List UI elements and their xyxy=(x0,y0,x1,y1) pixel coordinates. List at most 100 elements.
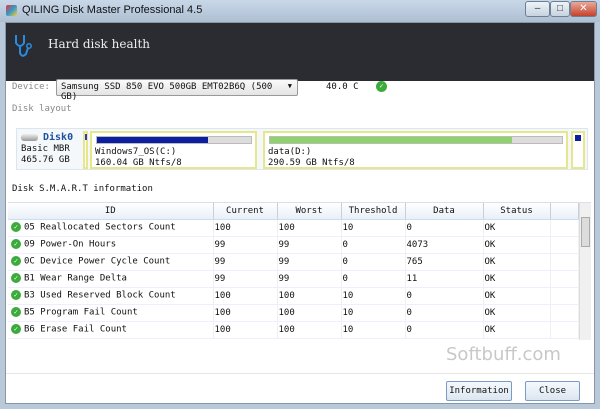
cell-text: 11 xyxy=(406,273,418,284)
column-header[interactable]: Worst xyxy=(277,203,342,220)
disk-layout-strip: Disk0 Basic MBR 465.76 GB Windows7_OS(C:… xyxy=(16,128,588,170)
cell-data: 0 xyxy=(405,287,484,305)
table-row[interactable]: ✓ B6 Erase Fail Count 100 100 10 0 OK xyxy=(8,321,579,339)
cell-threshold: 10 xyxy=(341,219,406,237)
cell-empty xyxy=(550,304,579,322)
partition-bar xyxy=(85,134,87,140)
cell-id: ✓ B6 Erase Fail Count xyxy=(8,321,214,339)
cell-text: 99 xyxy=(214,273,226,284)
cell-threshold: 0 xyxy=(341,270,406,288)
column-header-empty xyxy=(550,203,579,220)
cell-text: 10 xyxy=(342,324,354,335)
cell-text: 10 xyxy=(342,307,354,318)
cell-text: 10 xyxy=(342,222,354,233)
cell-worst: 100 xyxy=(277,321,342,339)
partition-c[interactable]: Windows7_OS(C:) 160.04 GB Ntfs/8 xyxy=(90,131,257,169)
cell-text: 99 xyxy=(278,256,290,267)
dialog-body: Hard disk health Device: Samsung SSD 850… xyxy=(5,22,595,404)
ok-check-icon: ✓ xyxy=(11,290,21,301)
disk-info[interactable]: Disk0 Basic MBR 465.76 GB xyxy=(19,131,81,167)
ok-check-icon: ✓ xyxy=(11,307,21,318)
partition-d[interactable]: data(D:) 290.59 GB Ntfs/8 xyxy=(263,131,568,169)
usage-fill xyxy=(270,137,513,143)
cell-id: ✓ 05 Reallocated Sectors Count xyxy=(8,219,214,237)
device-select[interactable]: Samsung SSD 850 EVO 500GB EMT02B6Q (500 … xyxy=(56,79,298,102)
partition-reserved[interactable] xyxy=(83,131,88,169)
divider xyxy=(6,373,594,374)
cell-status: OK xyxy=(483,304,551,322)
cell-current: 100 xyxy=(213,321,278,339)
partition-unallocated[interactable] xyxy=(571,131,585,169)
cell-worst: 99 xyxy=(277,236,342,254)
cell-text: OK xyxy=(484,324,496,335)
table-row[interactable]: ✓ B3 Used Reserved Block Count 100 100 10 0 OK xyxy=(8,287,579,305)
cell-text: 0 xyxy=(342,239,348,250)
chevron-down-icon: ▼ xyxy=(287,82,292,90)
cell-text: 100 xyxy=(278,307,295,318)
cell-worst: 100 xyxy=(277,304,342,322)
cell-data: 0 xyxy=(405,219,484,237)
table-row[interactable]: ✓ B1 Wear Range Delta 99 99 0 11 OK xyxy=(8,270,579,288)
stethoscope-icon xyxy=(15,35,32,57)
disk-type: Basic MBR xyxy=(21,144,70,154)
cell-text: 99 xyxy=(214,256,226,267)
maximize-button[interactable]: □ xyxy=(550,1,570,17)
column-header[interactable]: Threshold xyxy=(341,203,406,220)
cell-current: 99 xyxy=(213,253,278,271)
cell-threshold: 0 xyxy=(341,236,406,254)
ok-check-icon: ✓ xyxy=(11,273,21,284)
close-window-button[interactable]: ✕ xyxy=(570,1,597,17)
column-header[interactable]: ID xyxy=(8,203,214,220)
information-button[interactable]: Information xyxy=(446,381,512,401)
cell-data: 4073 xyxy=(405,236,484,254)
column-header[interactable]: Current xyxy=(213,203,278,220)
cell-text: B3 Used Reserved Block Count xyxy=(24,290,176,301)
cell-threshold: 10 xyxy=(341,287,406,305)
cell-text: B6 Erase Fail Count xyxy=(24,324,127,335)
cell-text: OK xyxy=(484,239,496,250)
cell-empty xyxy=(550,270,579,288)
temperature: 40.0 C xyxy=(326,82,359,92)
watermark: Softbuff.com xyxy=(446,344,561,365)
column-header[interactable]: Status xyxy=(483,203,551,220)
table-row[interactable]: ✓ 0C Device Power Cycle Count 99 99 0 765 OK xyxy=(8,253,579,271)
cell-current: 100 xyxy=(213,287,278,305)
cell-id: ✓ B3 Used Reserved Block Count xyxy=(8,287,214,305)
disk-layout-label: Disk layout xyxy=(12,104,72,114)
device-select-value: Samsung SSD 850 EVO 500GB EMT02B6Q (500 … xyxy=(61,82,273,102)
ok-check-icon: ✓ xyxy=(11,256,21,267)
cell-threshold: 10 xyxy=(341,304,406,322)
cell-text: 0 xyxy=(342,273,348,284)
cell-text: 100 xyxy=(214,324,231,335)
cell-current: 99 xyxy=(213,236,278,254)
health-ok-icon: ✓ xyxy=(376,81,387,92)
cell-status: OK xyxy=(483,236,551,254)
close-button[interactable]: Close xyxy=(525,381,580,401)
table-row[interactable]: ✓ 09 Power-On Hours 99 99 0 4073 OK xyxy=(8,236,579,254)
scrollbar[interactable] xyxy=(579,203,591,340)
cell-text: B5 Program Fail Count xyxy=(24,307,138,318)
cell-status: OK xyxy=(483,253,551,271)
cell-text: OK xyxy=(484,290,496,301)
cell-threshold: 0 xyxy=(341,253,406,271)
cell-text: OK xyxy=(484,256,496,267)
cell-text: OK xyxy=(484,222,496,233)
disk-name: Disk0 xyxy=(43,132,74,143)
cell-id: ✓ 0C Device Power Cycle Count xyxy=(8,253,214,271)
cell-text: OK xyxy=(484,307,496,318)
scrollbar-thumb[interactable] xyxy=(581,217,590,247)
cell-text: 100 xyxy=(278,290,295,301)
cell-text: 10 xyxy=(342,290,354,301)
cell-current: 100 xyxy=(213,219,278,237)
cell-text: 100 xyxy=(214,290,231,301)
minimize-button[interactable]: – xyxy=(525,1,550,17)
table-row[interactable]: ✓ 05 Reallocated Sectors Count 100 100 10 0 OK xyxy=(8,219,579,237)
cell-text: 0 xyxy=(406,222,412,233)
column-header[interactable]: Data xyxy=(405,203,484,220)
cell-text: 0 xyxy=(406,307,412,318)
cell-data: 765 xyxy=(405,253,484,271)
table-row[interactable]: ✓ B5 Program Fail Count 100 100 10 0 OK xyxy=(8,304,579,322)
cell-current: 100 xyxy=(213,304,278,322)
cell-empty xyxy=(550,219,579,237)
partition-bar xyxy=(575,135,581,141)
